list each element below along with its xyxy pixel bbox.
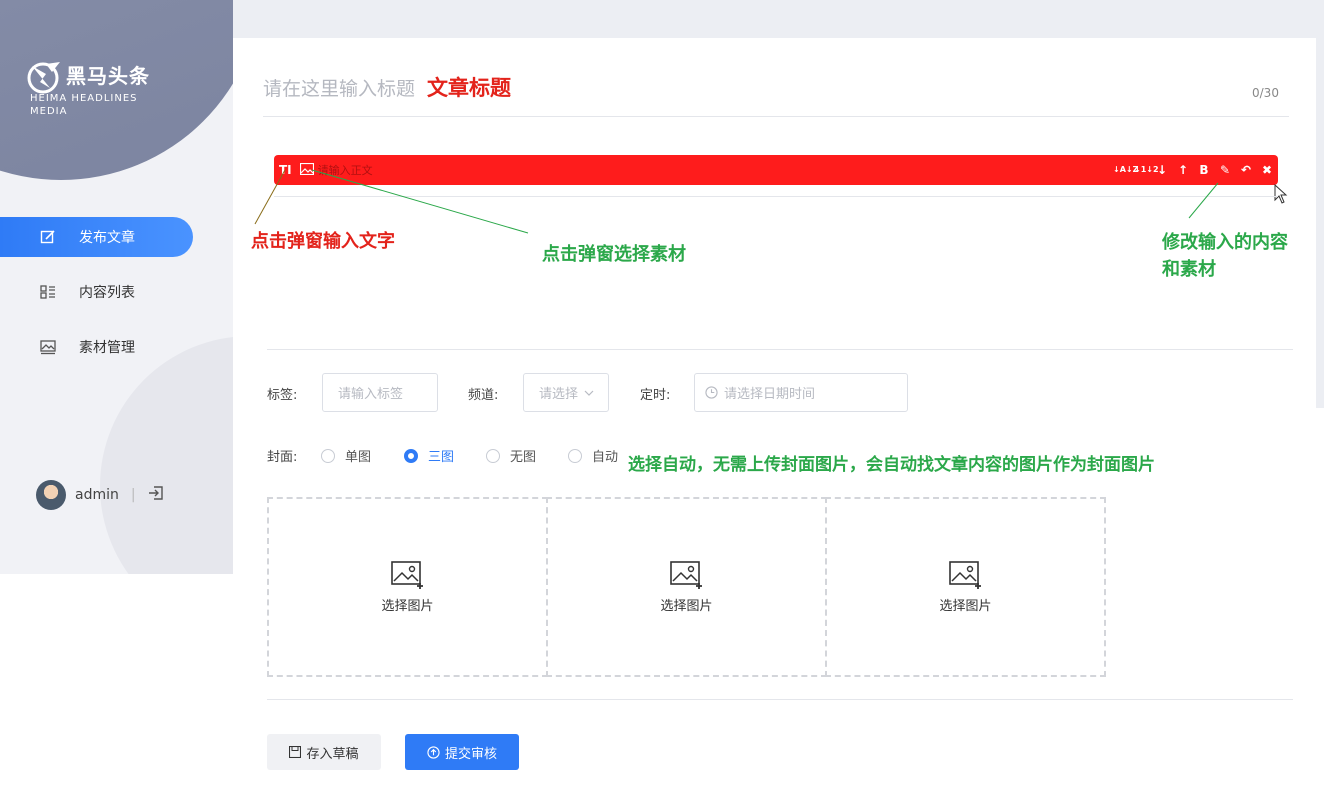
cover-label: 封面: — [267, 450, 298, 465]
upload-icon — [427, 745, 440, 759]
tag-input[interactable]: 请输入标签 — [322, 373, 438, 412]
schedule-datetime-input[interactable]: 请选择日期时间 — [694, 373, 908, 412]
sidebar-item-materials[interactable]: 素材管理 — [0, 327, 193, 367]
schedule-label: 定时: — [640, 388, 671, 403]
title-value: 文章标题 — [427, 75, 512, 100]
editor-divider — [267, 349, 1293, 350]
cover-radio-single[interactable]: 单图 — [321, 446, 371, 465]
add-image-icon — [669, 560, 702, 589]
clock-icon — [705, 386, 718, 399]
edit-content-icon[interactable]: ✎ — [1218, 163, 1232, 177]
channel-placeholder: 请选择 — [539, 387, 579, 402]
editor-placeholder: 请输入正文 — [317, 164, 373, 177]
add-image-icon — [390, 560, 423, 589]
schedule-placeholder: 请选择日期时间 — [724, 387, 816, 402]
avatar[interactable] — [36, 480, 66, 510]
main-panel — [233, 38, 1316, 800]
title-input[interactable]: 请在这里输入标题 文章标题 — [263, 72, 511, 102]
radio-circle — [404, 448, 418, 463]
save-draft-label: 存入草稿 — [306, 746, 359, 762]
title-counter: 0/30 — [1252, 86, 1279, 100]
add-image-icon — [948, 560, 981, 589]
annotation-text-popup: 点击弹窗输入文字 — [251, 231, 395, 252]
annotation-modify-line1: 修改输入的内容 — [1162, 232, 1288, 253]
undo-icon[interactable]: ↶ — [1239, 163, 1253, 177]
tag-label: 标签: — [267, 388, 298, 403]
cover-radio-three[interactable]: 三图 — [404, 446, 454, 465]
chevron-down-icon — [584, 390, 594, 396]
mouse-cursor-icon — [1274, 184, 1288, 204]
title-divider — [263, 116, 1289, 117]
save-icon — [289, 746, 302, 758]
submit-review-label: 提交审核 — [444, 746, 497, 762]
radio-label: 三图 — [428, 450, 455, 465]
title-placeholder: 请在这里输入标题 — [263, 78, 416, 100]
cover-radio-none[interactable]: 无图 — [486, 446, 536, 465]
sidebar-item-content-list[interactable]: 内容列表 — [0, 272, 193, 312]
radio-label: 无图 — [510, 450, 537, 465]
radio-label: 自动 — [592, 450, 619, 465]
tag-placeholder: 请输入标签 — [338, 387, 404, 402]
brand-subtitle: HEIMA HEADLINES MEDIA — [30, 93, 138, 117]
close-icon[interactable]: ✖ — [1260, 163, 1274, 177]
insert-text-button[interactable]: TI — [279, 163, 292, 177]
save-draft-button[interactable]: 存入草稿 — [267, 734, 381, 770]
brand-name: 黑马头条 — [66, 64, 150, 88]
submit-review-button[interactable]: 提交审核 — [405, 734, 519, 770]
image-icon — [40, 339, 56, 355]
radio-label: 单图 — [345, 450, 372, 465]
sidebar-item-label: 内容列表 — [79, 285, 135, 301]
logout-icon[interactable] — [148, 485, 164, 505]
cover-radio-auto[interactable]: 自动 — [568, 446, 618, 465]
sidebar-decor-circle-bottom — [100, 336, 233, 574]
bold-icon[interactable]: B — [1197, 163, 1211, 177]
sidebar-item-publish[interactable]: 发布文章 — [0, 217, 193, 257]
editor-toolbar[interactable]: TI 请输入正文 ↓A↓Z ↓1↓2 ↓ ↑ B ✎ ↶ ✖ — [274, 155, 1278, 185]
move-up-icon[interactable]: ↑ — [1176, 163, 1190, 177]
annotation-image-popup: 点击弹窗选择素材 — [542, 244, 686, 265]
annotation-modify-line2: 和素材 — [1162, 259, 1216, 280]
insert-image-icon[interactable] — [299, 162, 314, 178]
editor-content-divider — [274, 196, 1278, 197]
radio-circle — [321, 448, 335, 463]
cover-slot-label: 选择图片 — [660, 598, 713, 614]
cover-image-slot-1[interactable]: 选择图片 — [267, 497, 548, 677]
app-window: 黑马头条 HEIMA HEADLINES MEDIA 发布文章 内容列表 素材管… — [0, 0, 1324, 800]
annotation-auto-cover: 选择自动，无需上传封面图片，会自动找文章内容的图片作为封面图片 — [628, 455, 1155, 475]
cover-slot-label: 选择图片 — [381, 598, 434, 614]
actions-divider — [267, 699, 1293, 700]
sidebar-item-label: 素材管理 — [79, 340, 135, 356]
user-info: admin | — [36, 480, 164, 510]
channel-label: 频道: — [468, 388, 499, 403]
brand-logo[interactable]: 黑马头条 HEIMA HEADLINES MEDIA — [26, 60, 150, 118]
user-separator: | — [130, 487, 136, 503]
top-strip — [233, 0, 1324, 38]
username: admin — [75, 487, 119, 503]
sort-12-icon[interactable]: ↓1↓2 — [1134, 163, 1159, 177]
radio-circle — [568, 448, 582, 463]
sort-az-icon[interactable]: ↓A↓Z — [1113, 163, 1138, 177]
radio-circle — [486, 448, 500, 463]
horse-logo-icon — [27, 62, 60, 94]
cover-slot-label: 选择图片 — [939, 598, 992, 614]
move-down-icon[interactable]: ↓ — [1155, 163, 1169, 177]
cover-image-slot-3[interactable]: 选择图片 — [825, 497, 1106, 677]
edit-icon — [40, 229, 56, 245]
right-strip — [1316, 38, 1324, 408]
cover-image-slot-2[interactable]: 选择图片 — [546, 497, 827, 677]
sidebar-item-label: 发布文章 — [79, 230, 135, 246]
channel-select[interactable]: 请选择 — [523, 373, 609, 412]
list-icon — [40, 284, 56, 300]
